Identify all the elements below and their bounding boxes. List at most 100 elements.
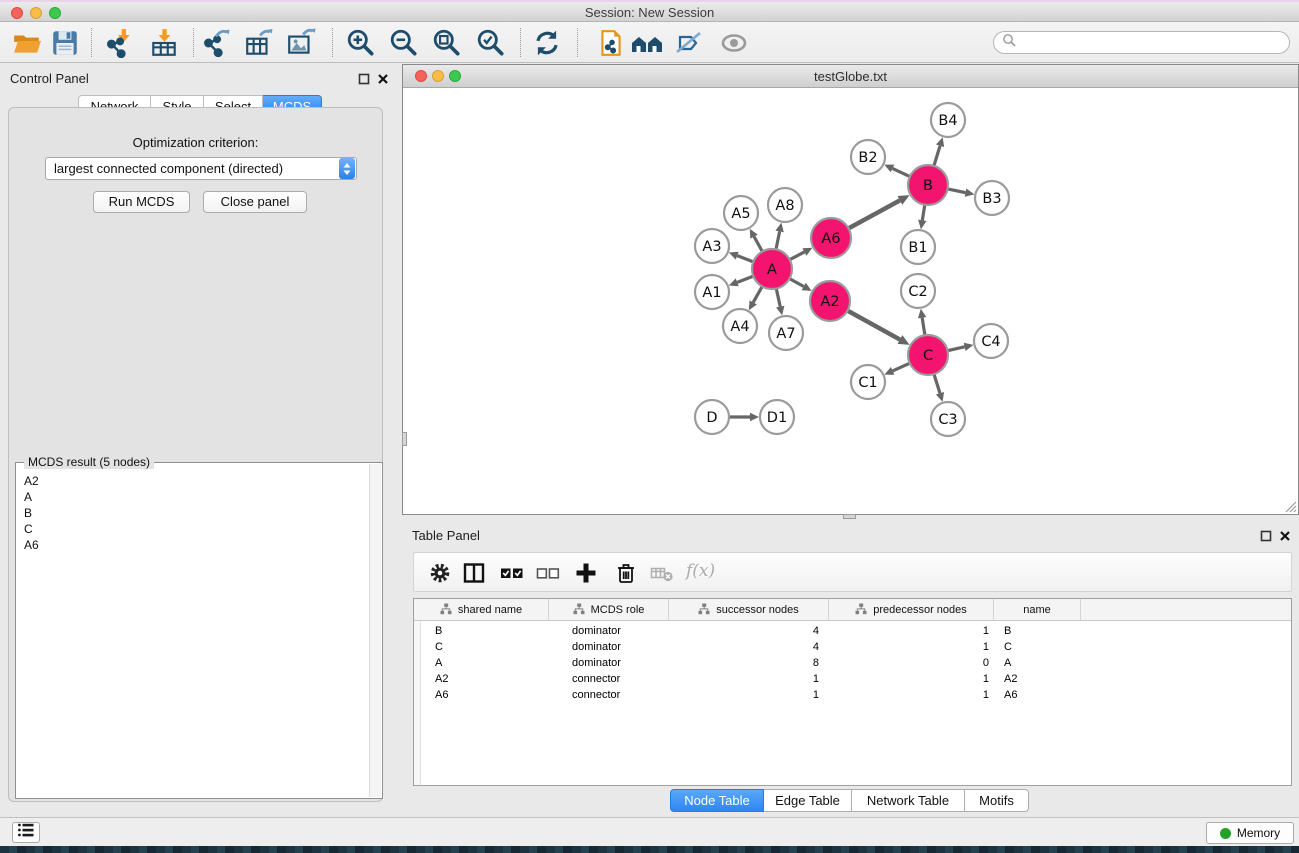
graph-edge[interactable] <box>934 146 940 166</box>
list-item[interactable]: A6 <box>24 537 361 553</box>
run-mcds-button[interactable]: Run MCDS <box>93 191 190 213</box>
table-header-row: shared name MCDS role successor nodes pr… <box>414 599 1291 621</box>
main-titlebar: Session: New Session <box>0 0 1299 22</box>
list-item[interactable]: A <box>24 489 361 505</box>
graph-edge[interactable] <box>848 311 900 340</box>
memory-button[interactable]: Memory <box>1206 822 1294 844</box>
graph-edge[interactable] <box>737 276 753 282</box>
graph-edge[interactable] <box>737 256 753 262</box>
clone-network-icon[interactable] <box>596 28 626 58</box>
network-graph-canvas[interactable]: AA1A2A3A4A5A6A7A8BB1B2B3B4CC1C2C3C4DD1 <box>403 88 1298 514</box>
home-layout-icon[interactable] <box>630 28 664 58</box>
export-table-icon[interactable] <box>244 28 274 58</box>
list-item[interactable]: C <box>24 521 361 537</box>
add-column-icon[interactable] <box>574 561 598 585</box>
folder-open-icon <box>12 45 42 62</box>
mcds-result-title: MCDS result (5 nodes) <box>24 455 154 469</box>
import-network-icon[interactable] <box>104 28 134 58</box>
resize-grip[interactable] <box>1283 499 1297 513</box>
column-header-shared-name[interactable]: shared name <box>414 599 549 621</box>
close-panel-icon[interactable] <box>377 72 389 84</box>
graph-edge[interactable] <box>948 347 965 351</box>
deselect-all-icon[interactable] <box>536 561 560 585</box>
graph-edge[interactable] <box>776 231 780 249</box>
table-row[interactable]: A dominator 8 0 A <box>414 655 1291 671</box>
toolbar-separator <box>91 28 92 57</box>
export-image-icon[interactable] <box>286 28 316 58</box>
node-label: C2 <box>908 284 927 300</box>
table-toolbar: f(x) <box>413 552 1292 592</box>
node-label: A3 <box>702 239 721 255</box>
table-row[interactable]: B dominator 4 1 B <box>414 623 1291 639</box>
close-panel-button[interactable]: Close panel <box>203 191 307 213</box>
table-panel: Table Panel f(x) shared name <box>402 520 1299 816</box>
zoom-selected-icon[interactable] <box>476 28 506 58</box>
graph-edge[interactable] <box>922 318 925 336</box>
node-label: C4 <box>981 334 1000 350</box>
delete-column-icon[interactable] <box>614 561 638 585</box>
tab-node-table[interactable]: Node Table <box>670 789 764 812</box>
graph-edge[interactable] <box>948 189 966 193</box>
criterion-select[interactable]: largest connected component (directed) <box>45 157 357 180</box>
node-label: B4 <box>938 113 957 129</box>
graph-edge[interactable] <box>849 200 900 228</box>
show-hide-graphics-icon[interactable] <box>718 28 750 58</box>
zoom-out-icon[interactable] <box>389 28 419 58</box>
list-icon <box>17 822 35 843</box>
graph-edge[interactable] <box>893 363 910 371</box>
criterion-selected-value: largest connected component (directed) <box>46 161 339 176</box>
application-window: Session: New Session Control Panel <box>0 0 1299 853</box>
toolbar-separator <box>332 28 333 57</box>
graph-edge[interactable] <box>892 168 909 176</box>
graph-edge[interactable] <box>753 286 762 302</box>
result-scrollbar[interactable] <box>369 464 381 797</box>
splitter-handle[interactable] <box>402 432 407 446</box>
node-label: B <box>923 178 933 194</box>
attribute-tree-icon <box>440 603 452 618</box>
column-visibility-icon[interactable] <box>462 561 486 585</box>
control-panel: Control Panel Network Style Select MCDS … <box>0 63 390 817</box>
zoom-fit-icon[interactable] <box>432 28 462 58</box>
export-network-icon[interactable] <box>201 28 231 58</box>
graph-edge[interactable] <box>922 205 925 221</box>
save-session-icon[interactable] <box>50 28 80 58</box>
zoom-in-icon[interactable] <box>346 28 376 58</box>
refresh-view-icon[interactable] <box>532 28 562 58</box>
table-row[interactable]: A2 connector 1 1 A2 <box>414 671 1291 687</box>
list-item[interactable]: B <box>24 505 361 521</box>
delete-table-icon[interactable] <box>650 561 674 585</box>
select-all-icon[interactable] <box>500 561 524 585</box>
splitter-handle[interactable] <box>843 514 856 519</box>
column-header-name[interactable]: name <box>994 599 1081 621</box>
graph-edge[interactable] <box>790 279 804 287</box>
search-input[interactable] <box>1021 36 1281 50</box>
graph-edge[interactable] <box>754 237 762 252</box>
graph-edge[interactable] <box>776 289 780 307</box>
float-panel-icon[interactable] <box>358 72 370 84</box>
function-builder-icon[interactable]: f(x) <box>686 561 715 581</box>
edge-arrowhead <box>964 343 974 351</box>
tab-edge-table[interactable]: Edge Table <box>764 789 852 812</box>
graph-edge[interactable] <box>934 374 940 393</box>
column-header-predecessor-nodes[interactable]: predecessor nodes <box>829 599 994 621</box>
hide-labels-icon[interactable] <box>674 28 706 58</box>
import-table-icon[interactable] <box>149 28 179 58</box>
tab-network-table[interactable]: Network Table <box>852 789 965 812</box>
close-panel-icon[interactable] <box>1279 529 1291 541</box>
column-header-mcds-role[interactable]: MCDS role <box>549 599 669 621</box>
list-item[interactable]: A2 <box>24 473 361 489</box>
label-slash-icon <box>674 45 706 62</box>
node-label: B3 <box>982 191 1001 207</box>
table-settings-gear-icon[interactable] <box>428 561 452 585</box>
graph-edge[interactable] <box>790 252 805 260</box>
open-session-icon[interactable] <box>12 28 42 58</box>
table-panel-title: Table Panel <box>412 528 480 543</box>
table-row[interactable]: A6 connector 1 1 A6 <box>414 687 1291 703</box>
task-history-button[interactable] <box>12 822 40 843</box>
toolbar-separator <box>577 28 578 57</box>
node-label: D <box>706 410 717 426</box>
column-header-successor-nodes[interactable]: successor nodes <box>669 599 829 621</box>
tab-motifs[interactable]: Motifs <box>965 789 1029 812</box>
float-panel-icon[interactable] <box>1260 529 1272 541</box>
table-row[interactable]: C dominator 4 1 C <box>414 639 1291 655</box>
